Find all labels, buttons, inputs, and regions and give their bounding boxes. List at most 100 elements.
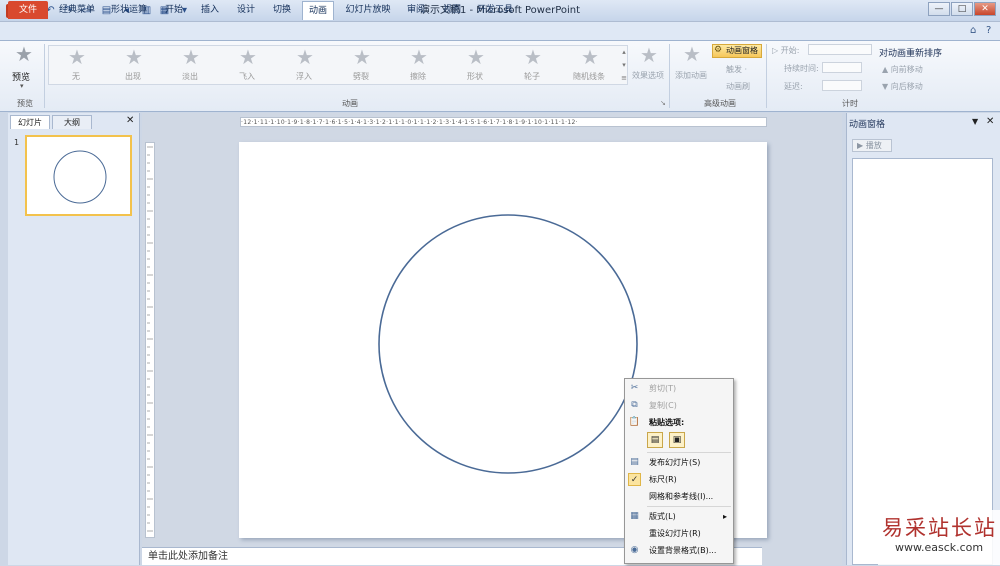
help-icon[interactable]: ⌂ — [970, 25, 976, 36]
advanced-animation-group-label: 高级动画 — [704, 99, 736, 108]
group-separator — [669, 44, 670, 108]
context-menu-label: 剪切(T) — [649, 384, 677, 393]
context-menu-item-2[interactable]: 粘贴选项: 📋 — [625, 414, 733, 431]
pane-close-icon[interactable]: ✕ — [986, 116, 994, 127]
animation-option-7[interactable]: 形状 — [447, 71, 503, 82]
paste-picture-icon[interactable]: ▣ — [669, 432, 685, 448]
context-menu-item-0: 剪切(T) ✂ — [625, 380, 733, 397]
animation-option-3[interactable]: 飞入 — [219, 71, 275, 82]
context-menu-item-7[interactable]: 重设幻灯片(R) — [625, 525, 733, 542]
animation-option-0[interactable]: 无 — [48, 71, 104, 82]
tab-design[interactable]: 设计 — [230, 1, 262, 19]
animation-option-6[interactable]: 擦除 — [390, 71, 446, 82]
animation-star-icon: ★ — [353, 45, 371, 69]
animation-pane-icon: ⚙ — [714, 45, 723, 55]
animation-pane-title: 动画窗格 — [849, 120, 886, 130]
add-animation-button[interactable]: 添加动画 — [675, 70, 707, 81]
tab-developer[interactable]: 开发工具 — [472, 1, 518, 19]
tab-classic-menu[interactable]: 经典菜单 — [54, 1, 100, 19]
delay-label: 延迟: — [784, 82, 803, 91]
start-label: ▷ 开始: — [772, 46, 800, 55]
horizontal-ruler: ·12·1·11·1·10·1·9·1·8·1·7·1·6·1·5·1·4·1·… — [240, 117, 767, 127]
tab-file[interactable]: 文件 — [8, 1, 48, 19]
animation-star-icon: ★ — [182, 45, 200, 69]
watermark-title: 易采站长站 — [882, 516, 997, 540]
context-menu-item-6[interactable]: 版式(L) ▦ ▸ — [625, 508, 733, 525]
tab-transitions[interactable]: 切换 — [266, 1, 298, 19]
tab-slides[interactable]: 幻灯片 — [10, 115, 50, 129]
preview-group-label: 预览 — [17, 99, 33, 108]
animation-option-2[interactable]: 淡出 — [162, 71, 218, 82]
close-button[interactable]: ✕ — [974, 2, 996, 16]
dialog-launcher-icon[interactable]: ↘ — [660, 99, 666, 107]
context-menu-item-5[interactable]: 网格和参考线(I)... — [625, 488, 733, 505]
animation-star-icon: ★ — [524, 45, 542, 69]
tab-outline[interactable]: 大纲 — [52, 115, 92, 129]
effect-options-button[interactable]: 效果选项 — [632, 70, 664, 81]
checkmark-icon: ✓ — [628, 473, 641, 486]
minimize-button[interactable]: — — [928, 2, 950, 16]
context-menu-label: 标尺(R) — [649, 475, 677, 484]
context-menu-item-1: 复制(C) ⧉ — [625, 397, 733, 414]
animation-star-icon: ★ — [581, 45, 599, 69]
menu-item-icon: ▤ — [630, 457, 639, 467]
panel-close-icon[interactable]: ✕ — [126, 115, 134, 126]
animation-star-icon: ★ — [296, 45, 314, 69]
menu-item-icon: ⧉ — [631, 400, 638, 410]
group-separator — [766, 44, 767, 108]
play-button[interactable]: ▶ 播放 — [852, 139, 892, 152]
menu-separator — [647, 506, 731, 507]
pane-dropdown-icon[interactable]: ▼ — [972, 117, 978, 126]
circle-shape — [378, 214, 638, 474]
menu-item-icon: ✂ — [630, 383, 639, 393]
maximize-button[interactable]: □ — [951, 2, 973, 16]
tab-home[interactable]: 开始 — [158, 1, 190, 19]
tab-slideshow[interactable]: 幻灯片放映 — [340, 1, 396, 19]
group-separator — [44, 44, 45, 108]
animation-group-label: 动画 — [342, 99, 358, 108]
context-menu-item-8[interactable]: 设置背景格式(B)... ◉ — [625, 542, 733, 559]
context-menu-label: 网格和参考线(I)... — [649, 492, 714, 501]
delay-spinner[interactable] — [822, 80, 862, 91]
preview-dropdown-icon[interactable]: ▾ — [20, 82, 24, 90]
animation-option-9[interactable]: 随机线条 — [561, 71, 617, 82]
animation-option-5[interactable]: 劈裂 — [333, 71, 389, 82]
tab-shape-ops[interactable]: 形状运算 — [106, 1, 152, 19]
trigger-button[interactable]: 触发 · — [714, 64, 747, 75]
menu-separator — [647, 452, 731, 453]
context-menu-label: 发布幻灯片(S) — [649, 458, 701, 467]
animation-option-8[interactable]: 轮子 — [504, 71, 560, 82]
menu-item-icon: ◉ — [630, 545, 639, 555]
animation-list[interactable] — [852, 158, 993, 565]
tab-view[interactable]: 视图 — [436, 1, 468, 19]
move-earlier-button[interactable]: ▲ 向前移动 — [882, 64, 923, 75]
animation-option-4[interactable]: 浮入 — [276, 71, 332, 82]
context-menu-item-3[interactable]: 发布幻灯片(S) ▤ — [625, 454, 733, 471]
tab-review[interactable]: 审阅 — [400, 1, 432, 19]
context-menu-label: 版式(L) — [649, 512, 676, 521]
slide-number: 1 — [14, 138, 20, 147]
paste-keep-format-icon[interactable]: ▤ — [647, 432, 663, 448]
context-menu-label: 重设幻灯片(R) — [649, 529, 701, 538]
animation-option-1[interactable]: 出现 — [105, 71, 161, 82]
watermark-url: www.easck.com — [895, 541, 984, 554]
context-menu-label: 设置背景格式(B)... — [649, 546, 717, 555]
animation-star-icon: ★ — [410, 45, 428, 69]
context-menu-label: 复制(C) — [649, 401, 677, 410]
duration-spinner[interactable] — [822, 62, 862, 73]
start-dropdown[interactable] — [808, 44, 872, 55]
move-later-button[interactable]: ▼ 向后移动 — [882, 81, 923, 92]
effect-options-icon: ★ — [640, 43, 658, 67]
ribbon-minimize-icon[interactable]: ? — [986, 25, 991, 36]
tab-animations[interactable]: 动画 — [302, 1, 334, 20]
duration-label: 持续时间: — [784, 64, 819, 73]
menu-item-icon: 📋 — [628, 417, 641, 427]
vertical-ruler — [145, 142, 155, 538]
animation-star-icon: ★ — [125, 45, 143, 69]
tab-insert[interactable]: 插入 — [194, 1, 226, 19]
gallery-scroll-icon[interactable]: ▴ ▾ ≡ — [620, 46, 628, 86]
context-menu-item-4[interactable]: 标尺(R) ✓ — [625, 471, 733, 488]
slide-thumbnail[interactable] — [25, 135, 132, 216]
animation-painter-button[interactable]: 动画刷 — [714, 81, 750, 92]
preview-star-icon: ★ — [15, 42, 33, 66]
